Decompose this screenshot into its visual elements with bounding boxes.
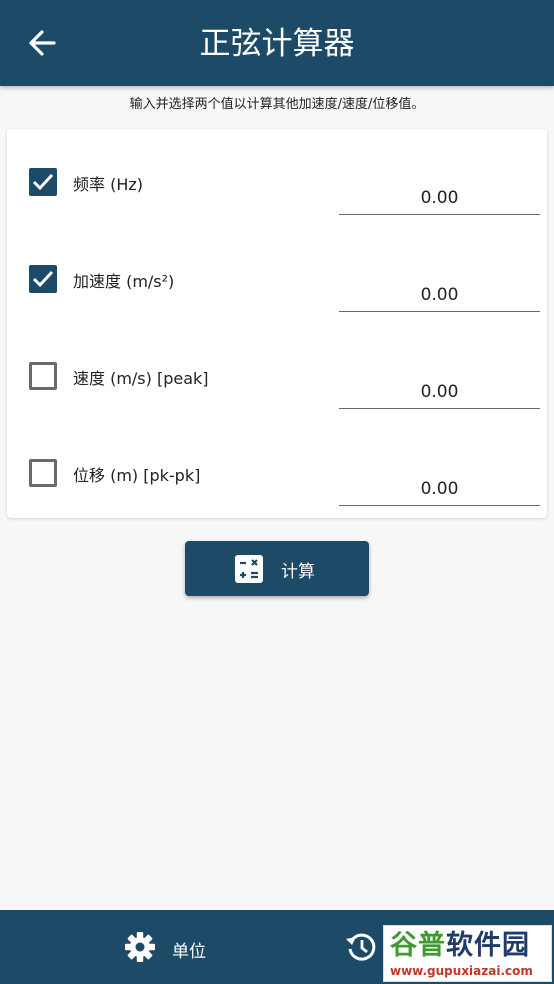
acceleration-input[interactable] xyxy=(339,278,540,312)
frequency-label: 频率 (Hz) xyxy=(73,175,144,194)
check-icon xyxy=(32,173,54,191)
frequency-input[interactable] xyxy=(339,181,540,215)
velocity-input[interactable] xyxy=(339,375,540,409)
check-icon xyxy=(32,270,54,288)
displacement-input[interactable] xyxy=(339,472,540,506)
frequency-checkbox[interactable] xyxy=(29,168,57,196)
field-row-frequency: 频率 (Hz) xyxy=(7,129,547,226)
calculate-button[interactable]: 计算 xyxy=(185,541,369,596)
watermark-logo: 谷普软件园 www.gupuxiazai.com xyxy=(383,925,552,982)
nav-units-label: 单位 xyxy=(172,942,206,962)
page-title: 正弦计算器 xyxy=(199,26,355,62)
displacement-label: 位移 (m) [pk-pk] xyxy=(73,466,201,485)
velocity-checkbox[interactable] xyxy=(29,362,57,390)
acceleration-checkbox[interactable] xyxy=(29,265,57,293)
history-icon xyxy=(346,933,376,961)
field-row-acceleration: 加速度 (m/s²) xyxy=(7,226,547,323)
gear-icon xyxy=(125,932,155,962)
calculate-button-label: 计算 xyxy=(281,562,315,582)
nav-units[interactable]: 单位 xyxy=(110,910,230,984)
input-card: 频率 (Hz) 加速度 (m/s²) 速度 (m/s) [peak] 位移 (m… xyxy=(7,129,547,518)
field-row-velocity: 速度 (m/s) [peak] xyxy=(7,323,547,420)
watermark-url: www.gupuxiazai.com xyxy=(390,964,533,978)
acceleration-label: 加速度 (m/s²) xyxy=(73,272,175,291)
app-bar: 正弦计算器 xyxy=(0,0,554,86)
instruction-text: 输入并选择两个值以计算其他加速度/速度/位移值。 xyxy=(129,97,425,112)
field-row-displacement: 位移 (m) [pk-pk] xyxy=(7,420,547,517)
velocity-label: 速度 (m/s) [peak] xyxy=(73,369,209,388)
calculator-icon xyxy=(235,555,263,583)
displacement-checkbox[interactable] xyxy=(29,459,57,487)
